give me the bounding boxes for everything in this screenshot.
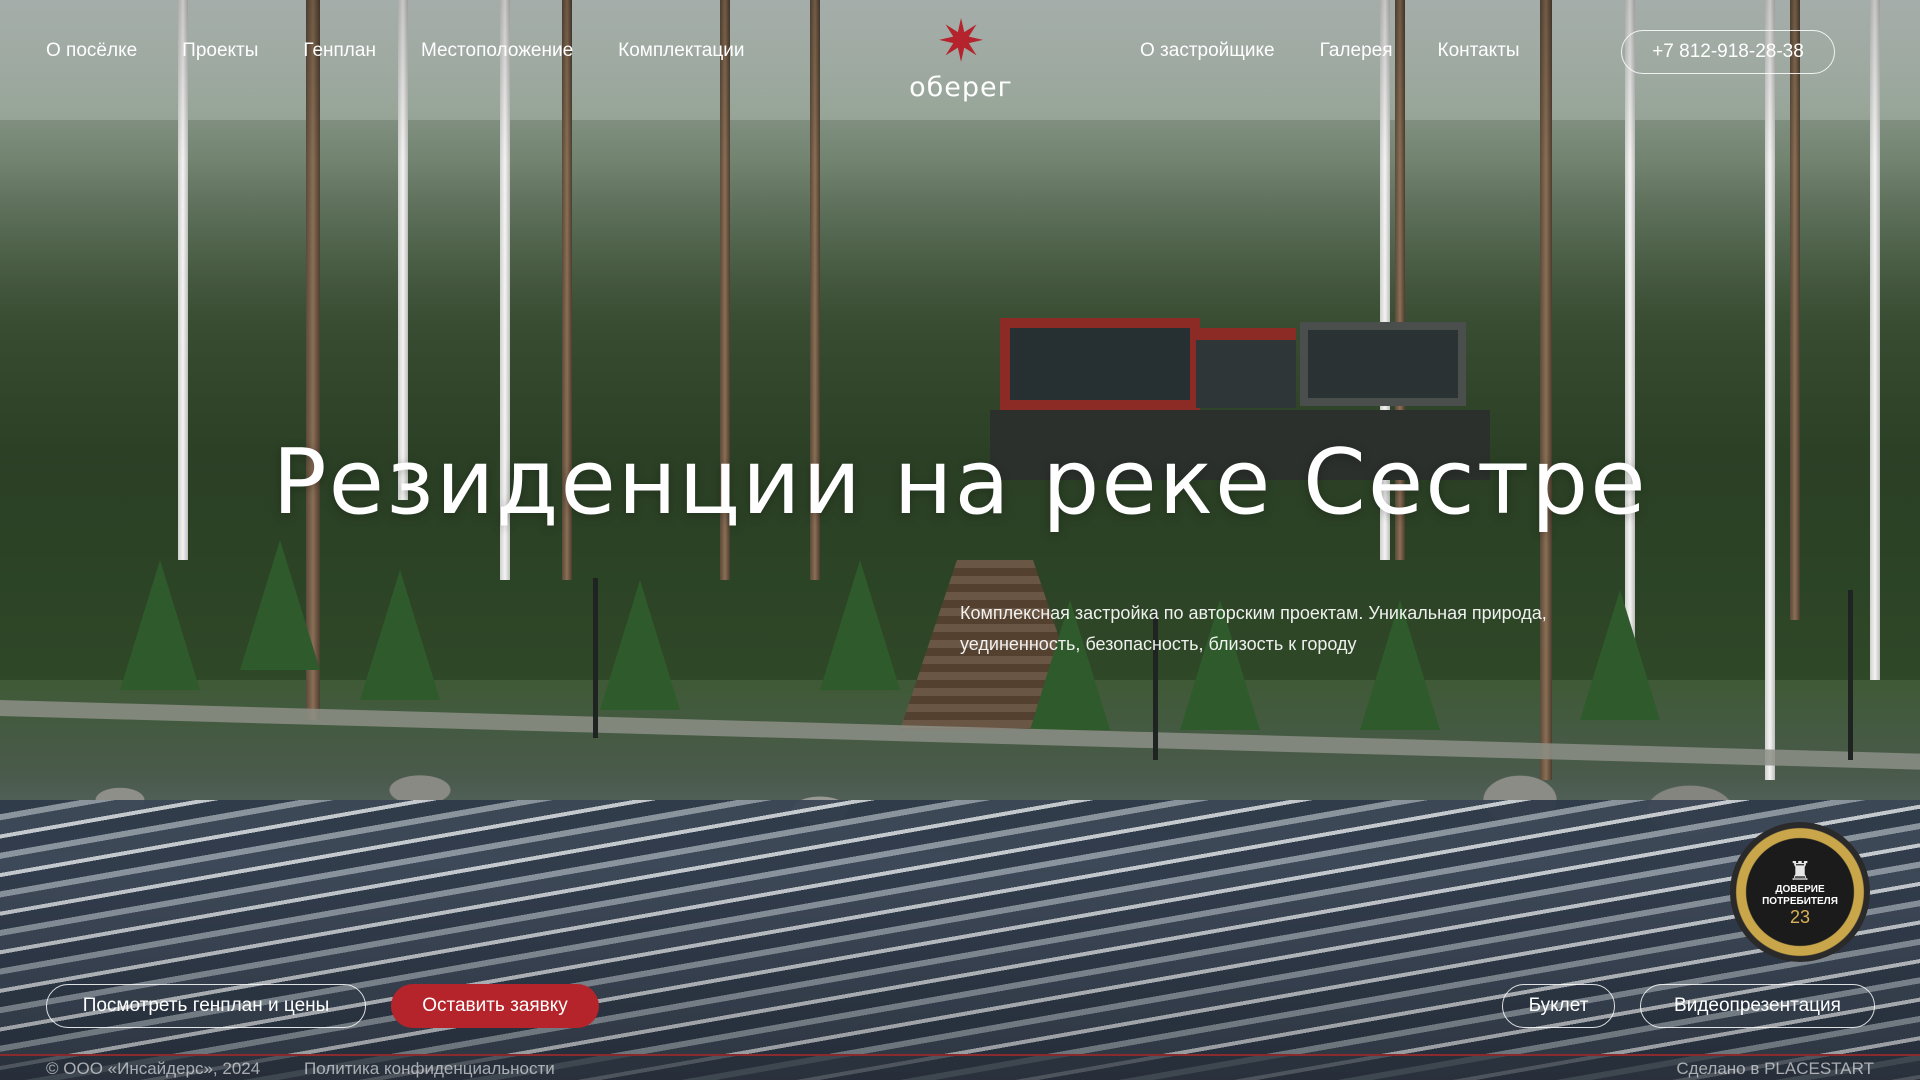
phone-button[interactable]: +7 812-918-28-38	[1621, 30, 1835, 74]
hero-subtitle: Комплексная застройка по авторским проек…	[960, 598, 1620, 660]
hero-subtitle-line-1: Комплексная застройка по авторским проек…	[960, 603, 1547, 623]
hero-background-image	[0, 0, 1920, 1080]
footer-copyright: © ООО «Инсайдерс», 2024	[46, 1059, 261, 1078]
nav-link-gallery[interactable]: Галерея	[1320, 40, 1393, 62]
submit-request-button[interactable]: Оставить заявку	[391, 984, 599, 1028]
nav-link-projects[interactable]: Проекты	[182, 40, 258, 62]
logo-text: оберег	[909, 72, 1013, 103]
consumer-trust-award-badge: ♜ ДОВЕРИЕ ПОТРЕБИТЕЛЯ 23	[1730, 822, 1870, 962]
hero-subtitle-line-2: уединенность, безопасность, близость к г…	[960, 634, 1357, 654]
trophy-figure-icon: ♜	[1788, 856, 1812, 886]
hero-title: Резиденции на реке Сестре	[272, 430, 1648, 535]
nav-link-contacts[interactable]: Контакты	[1438, 40, 1520, 62]
nav-link-developer[interactable]: О застройщике	[1140, 40, 1275, 62]
footer-privacy-link[interactable]: Политика конфиденциальности	[304, 1059, 555, 1079]
main-nav-right: О застройщике Галерея Контакты	[1140, 40, 1520, 62]
nav-link-about-village[interactable]: О посёлке	[46, 40, 137, 62]
star-flower-icon: ✷	[936, 9, 986, 74]
video-presentation-button[interactable]: Видеопрезентация	[1640, 984, 1875, 1028]
footer-made-by-link[interactable]: Сделано в PLACESTART	[1676, 1059, 1874, 1079]
main-nav-left: О посёлке Проекты Генплан Местоположение…	[46, 40, 745, 62]
nav-link-genplan[interactable]: Генплан	[303, 40, 376, 62]
nav-link-configurations[interactable]: Комплектации	[618, 40, 744, 62]
badge-line-1: ДОВЕРИЕ	[1775, 884, 1825, 895]
logo[interactable]: ✷ оберег	[902, 9, 1020, 104]
booklet-button[interactable]: Буклет	[1502, 984, 1615, 1028]
badge-number: 23	[1789, 907, 1811, 927]
view-genplan-prices-button[interactable]: Посмотреть генплан и цены	[46, 984, 366, 1028]
nav-link-location[interactable]: Местоположение	[421, 40, 573, 62]
footer-bar: © ООО «Инсайдерс», 2024 Политика конфиде…	[0, 1054, 1920, 1080]
